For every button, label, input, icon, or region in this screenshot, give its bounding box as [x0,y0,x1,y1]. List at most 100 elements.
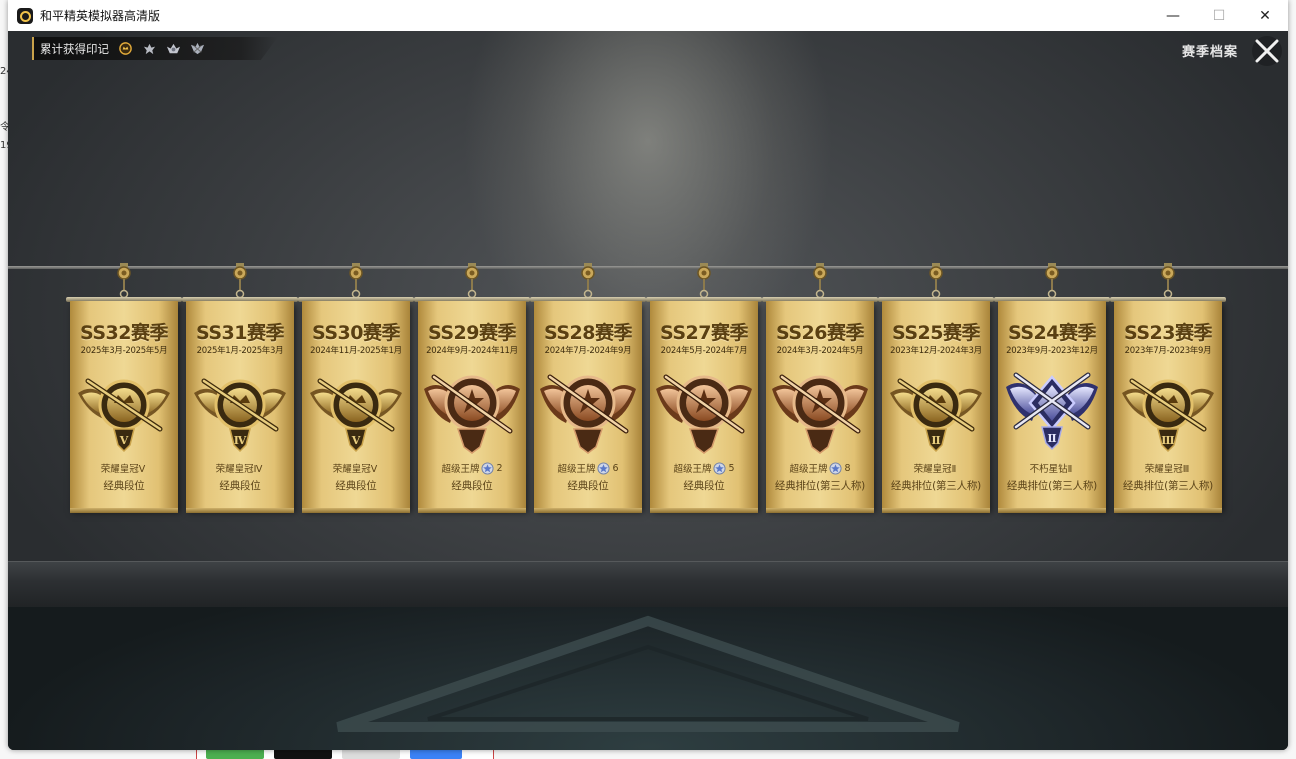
season-dates: 2023年12月-2024年3月 [890,346,982,356]
rank-name: 超级王牌 6 [534,461,642,475]
season-archive-title: 赛季档案 [1181,45,1238,60]
floor [8,607,1288,750]
banner-cloth: SS32赛季 2025年3月-2025年5月 Ⅴ 荣耀皇冠Ⅴ 经典段位 [70,301,178,513]
season-dates: 2024年5月-2024年7月 [660,346,748,356]
season-banner-4[interactable]: SS28赛季 2024年7月-2024年9月 超级王牌 6 经典段位 [530,263,646,513]
hook-icon [697,263,711,299]
close-icon: ✕ [1259,7,1271,24]
maximize-icon: ☐ [1212,7,1226,24]
emulator-window: 和平精英模拟器高清版 — ☐ ✕ 累计获得印记 赛季档案 SS32赛季 2025… [8,0,1288,750]
maximize-button[interactable]: ☐ [1196,0,1242,31]
season-banner-7[interactable]: SS25赛季 2023年12月-2024年3月 Ⅱ 荣耀皇冠Ⅱ 经典排位(第三人… [878,263,994,513]
rank-name: 超级王牌 2 [418,461,526,475]
season-banner-0[interactable]: SS32赛季 2025年3月-2025年5月 Ⅴ 荣耀皇冠Ⅴ 经典段位 [66,263,182,513]
season-dates: 2024年7月-2024年9月 [544,346,632,356]
banner-cloth: SS24赛季 2023年9月-2023年12月 Ⅱ 不朽星钻Ⅱ 经典排位(第三人… [998,301,1106,513]
season-title: SS24赛季 [1008,322,1096,344]
banner-cloth: SS30赛季 2024年11月-2025年1月 Ⅴ 荣耀皇冠Ⅴ 经典段位 [302,301,410,513]
season-banner-5[interactable]: SS27赛季 2024年5月-2024年7月 超级王牌 5 经典段位 [646,263,762,513]
silver-badge-mark-icon[interactable] [166,41,181,56]
title-bar: 和平精英模拟器高清版 — ☐ ✕ [8,0,1288,32]
app-logo-icon [17,7,33,24]
gold-crown-mark-icon[interactable] [118,41,133,56]
season-title: SS23赛季 [1124,322,1212,344]
crown-rank-badge-icon: Ⅲ [1122,378,1214,453]
rank-name: 荣耀皇冠Ⅴ [302,461,410,475]
match-mode: 经典段位 [219,480,261,492]
match-mode: 经典段位 [451,480,493,492]
season-banner-2[interactable]: SS30赛季 2024年11月-2025年1月 Ⅴ 荣耀皇冠Ⅴ 经典段位 [298,263,414,513]
svg-text:Ⅲ: Ⅲ [1161,434,1174,447]
window-title: 和平精英模拟器高清版 [40,9,161,23]
floor-triangle-decoration [336,615,960,732]
match-mode: 经典段位 [683,480,725,492]
rank-label: 荣耀皇冠Ⅴ [100,464,146,475]
hook-icon [465,263,479,299]
match-mode: 经典排位(第三人称) [1006,480,1098,492]
svg-text:Ⅱ: Ⅱ [931,434,940,447]
minimize-icon: — [1166,7,1180,24]
minimize-button[interactable]: — [1150,0,1196,31]
season-title: SS25赛季 [892,322,980,344]
crown-rank-badge-icon: Ⅴ [310,378,402,453]
ace-rank-badge-icon [540,374,636,454]
banner-cloth: SS29赛季 2024年9月-2024年11月 超级王牌 2 经典段位 [418,301,526,513]
season-banner-1[interactable]: SS31赛季 2025年1月-2025年3月 Ⅳ 荣耀皇冠Ⅳ 经典段位 [182,263,298,513]
rank-label: 不朽星钻Ⅱ [1029,464,1073,475]
ace-rank-badge-icon [772,374,868,454]
banner-cloth: SS25赛季 2023年12月-2024年3月 Ⅱ 荣耀皇冠Ⅱ 经典排位(第三人… [882,301,990,513]
match-mode: 经典段位 [335,480,377,492]
season-title: SS30赛季 [312,322,400,344]
banner-cloth: SS28赛季 2024年7月-2024年9月 超级王牌 6 经典段位 [534,301,642,513]
rank-label: 超级王牌 [557,464,596,475]
rank-label: 荣耀皇冠Ⅲ [1144,464,1190,475]
star-icon [713,461,727,475]
season-banner-6[interactable]: SS26赛季 2024年3月-2024年5月 超级王牌 8 经典排位(第三人称) [762,263,878,513]
star-count: 5 [728,462,735,474]
silver-shield-mark-icon[interactable] [190,41,205,56]
season-dates: 2023年7月-2023年9月 [1124,346,1212,356]
crown-rank-badge-icon: Ⅱ [890,378,982,453]
rank-label: 超级王牌 [673,464,712,475]
rank-label: 超级王牌 [789,464,828,475]
hook-icon [1161,263,1175,299]
banner-cloth: SS31赛季 2025年1月-2025年3月 Ⅳ 荣耀皇冠Ⅳ 经典段位 [186,301,294,513]
season-title: SS28赛季 [544,322,632,344]
season-title: SS32赛季 [80,322,168,344]
season-banner-9[interactable]: SS23赛季 2023年7月-2023年9月 Ⅲ 荣耀皇冠Ⅲ 经典排位(第三人称… [1110,263,1226,513]
hook-icon [1045,263,1059,299]
silver-wing-mark-icon[interactable] [142,41,157,56]
match-mode: 经典段位 [567,480,609,492]
rank-name: 超级王牌 5 [650,461,758,475]
season-dates: 2025年3月-2025年5月 [80,346,168,356]
match-mode: 经典排位(第三人称) [890,480,982,492]
season-banner-8[interactable]: SS24赛季 2023年9月-2023年12月 Ⅱ 不朽星钻Ⅱ 经典排位(第三人… [994,263,1110,513]
rank-name: 荣耀皇冠Ⅲ [1114,461,1222,475]
close-archive-button[interactable] [1252,36,1282,66]
ace-rank-badge-icon [656,374,752,454]
rank-name: 不朽星钻Ⅱ [998,461,1106,475]
season-dates: 2024年3月-2024年5月 [776,346,864,356]
rank-name: 荣耀皇冠Ⅴ [70,461,178,475]
season-banner-3[interactable]: SS29赛季 2024年9月-2024年11月 超级王牌 2 经典段位 [414,263,530,513]
star-count: 2 [496,462,503,474]
rank-name: 荣耀皇冠Ⅱ [882,461,990,475]
banner-cloth: SS27赛季 2024年5月-2024年7月 超级王牌 5 经典段位 [650,301,758,513]
season-dates: 2024年11月-2025年1月 [310,346,402,356]
season-title: SS31赛季 [196,322,284,344]
banner-cloth: SS26赛季 2024年3月-2024年5月 超级王牌 8 经典排位(第三人称) [766,301,874,513]
crown-rank-badge-icon: Ⅴ [78,378,170,453]
hook-icon [813,263,827,299]
floor-ledge [8,561,1288,608]
svg-text:Ⅴ: Ⅴ [351,434,361,447]
close-x-icon [1255,39,1279,63]
season-title: SS29赛季 [428,322,516,344]
diamond-rank-badge-icon: Ⅱ [1006,372,1098,451]
season-title: SS26赛季 [776,322,864,344]
rank-name: 荣耀皇冠Ⅳ [186,461,294,475]
match-mode: 经典排位(第三人称) [1122,480,1214,492]
season-dates: 2024年9月-2024年11月 [426,346,518,356]
rank-label: 荣耀皇冠Ⅱ [913,464,957,475]
close-window-button[interactable]: ✕ [1242,0,1288,31]
season-title: SS27赛季 [660,322,748,344]
